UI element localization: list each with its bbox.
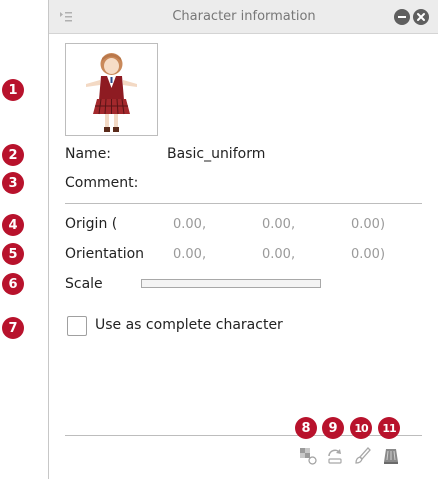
orientation-x-value: 0.00, <box>173 247 207 262</box>
callout-5: 5 <box>2 243 24 265</box>
origin-z-value: 0.00) <box>351 217 386 232</box>
callout-4: 4 <box>2 214 24 236</box>
callout-6: 6 <box>2 273 24 295</box>
scale-slider[interactable] <box>141 279 321 288</box>
callout-2: 2 <box>2 144 24 166</box>
model-icon <box>384 449 398 464</box>
reset-pose-icon <box>328 449 342 464</box>
separator <box>65 203 422 204</box>
complete-character-label: Use as complete character <box>95 317 283 333</box>
callout-3: 3 <box>2 172 24 194</box>
origin-label: Origin ( <box>65 216 118 232</box>
scale-label: Scale <box>65 276 103 292</box>
character-info-panel: Character information Name: Basic_unifor… <box>48 0 438 479</box>
model-button[interactable] <box>382 447 400 465</box>
callout-10: 10 <box>350 417 372 439</box>
panel-titlebar: Character information <box>49 0 438 34</box>
callout-9: 9 <box>322 417 344 439</box>
orientation-z-value: 0.00) <box>351 247 386 262</box>
minimize-button[interactable] <box>394 9 410 25</box>
origin-x-value: 0.00, <box>173 217 207 232</box>
brush-button[interactable] <box>354 447 372 465</box>
comment-label: Comment: <box>65 175 139 191</box>
origin-y-value: 0.00, <box>262 217 296 232</box>
name-value: Basic_uniform <box>167 146 266 162</box>
name-label: Name: <box>65 146 112 162</box>
character-figure-image <box>86 53 137 132</box>
callout-8: 8 <box>295 417 317 439</box>
orientation-y-value: 0.00, <box>262 247 296 262</box>
character-thumbnail[interactable] <box>65 43 158 136</box>
orientation-label: Orientation <box>65 246 145 262</box>
texture-button[interactable] <box>299 447 317 465</box>
panel-title: Character information <box>172 9 316 24</box>
brush-icon <box>355 447 371 464</box>
reset-pose-button[interactable] <box>326 447 344 465</box>
close-button[interactable] <box>413 9 429 25</box>
minimize-icon <box>398 16 406 18</box>
callout-7: 7 <box>2 317 24 339</box>
callout-11: 11 <box>378 417 400 439</box>
callout-1: 1 <box>2 79 24 101</box>
texture-icon <box>300 448 317 465</box>
complete-character-checkbox[interactable] <box>67 316 87 336</box>
close-icon <box>417 13 425 21</box>
